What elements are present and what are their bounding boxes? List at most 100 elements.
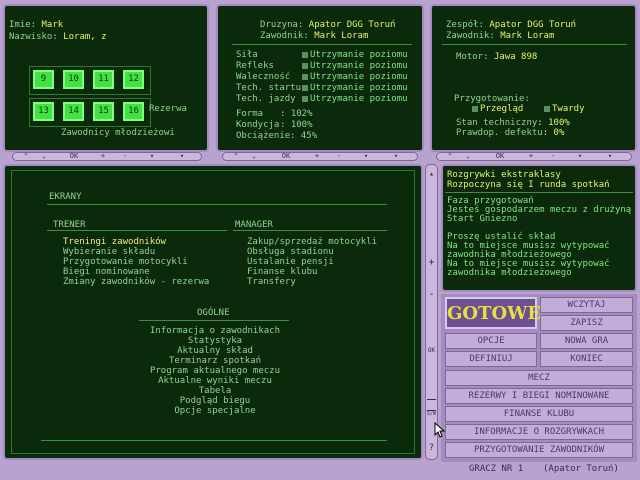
menu-bottom-line <box>41 440 387 441</box>
stat-bullet-icon[interactable] <box>302 73 308 80</box>
toolbar-end-arrow-icon[interactable]: ▾ <box>169 153 195 160</box>
mecz-button[interactable]: MECZ <box>445 370 633 386</box>
scroll-grip-icon[interactable] <box>427 399 436 411</box>
nowa-gra-button[interactable]: NOWA GRA <box>540 333 633 349</box>
stat-bullet-icon[interactable] <box>302 84 308 91</box>
menu-item-program[interactable]: Program aktualnego meczu <box>125 366 305 376</box>
scroll-sw-button[interactable]: S/W <box>426 411 437 417</box>
rezerwa-label: Rezerwa <box>149 104 187 114</box>
menu-item-tabela[interactable]: Tabela <box>125 386 305 396</box>
stat-status: Utrzymanie poziomu <box>310 50 408 60</box>
rezerwy-button[interactable]: REZERWY I BIEGI NOMINOWANE <box>445 388 633 404</box>
toolbar-down-arrow-icon[interactable]: ▾ <box>139 153 165 160</box>
scroll-plus-button[interactable]: + <box>427 257 436 268</box>
toolbar-end-arrow-icon[interactable]: ▾ <box>383 153 409 160</box>
twardy-checkbox-icon[interactable] <box>544 105 550 112</box>
toolbar-ok-button[interactable]: OK <box>483 153 517 160</box>
menu-item-informacja[interactable]: Informacja o zawodnikach <box>125 326 305 336</box>
menu-item-obsluga[interactable]: Obsługa stadionu <box>247 247 334 257</box>
slot-9[interactable]: 9 <box>33 70 54 89</box>
menu-item-wybieranie[interactable]: Wybieranie składu <box>63 247 155 257</box>
toolbar-plus-button[interactable]: + <box>93 153 113 160</box>
defekt-label: Prawdop. defektu <box>456 128 543 138</box>
zapisz-button[interactable]: ZAPISZ <box>540 315 633 331</box>
stat-status: Utrzymanie poziomu <box>310 61 408 71</box>
toolbar-up-icon[interactable]: ⌃ <box>17 153 35 160</box>
toolbar-minus-button[interactable]: - <box>115 153 135 160</box>
scroll-help-button[interactable]: ? <box>427 443 436 453</box>
info-panel: Rozgrywki ekstraklasy Rozpoczyna się I r… <box>441 164 637 292</box>
team-divider <box>232 44 412 45</box>
toolbar-down-icon[interactable]: ⌄ <box>35 153 53 160</box>
stat-bullet-icon[interactable] <box>302 51 308 58</box>
informacje-button[interactable]: INFORMACJE O ROZGRYWKACH <box>445 424 633 440</box>
bike-toolbar: ⌃ ⌄ OK + - ▾ ▾ <box>436 152 632 161</box>
menu-item-statystyka[interactable]: Statystyka <box>125 336 305 346</box>
scroll-minus-button[interactable]: - <box>427 289 436 300</box>
toolbar-down-arrow-icon[interactable]: ▾ <box>353 153 379 160</box>
stat-name: Tech. startu <box>236 83 302 93</box>
toolbar-end-arrow-icon[interactable]: ▾ <box>597 153 623 160</box>
gotowe-button[interactable]: GOTOWE <box>445 297 541 329</box>
toolbar-down-icon[interactable]: ⌄ <box>459 153 477 160</box>
zawodnik-label: Zawodnik: <box>260 31 309 41</box>
menu-item-finanse[interactable]: Finanse klubu <box>247 267 317 277</box>
side-scrollbar[interactable]: ▴ + - OK S/W ? <box>425 164 438 460</box>
stat-bullet-icon[interactable] <box>302 95 308 102</box>
opcje-button[interactable]: OPCJE <box>445 333 537 349</box>
slot-10[interactable]: 10 <box>63 70 84 89</box>
menu-item-zmiany[interactable]: Zmiany zawodników - rezerwa <box>63 277 209 287</box>
menu-item-transfery[interactable]: Transfery <box>247 277 296 287</box>
przygotowanie-button[interactable]: PRZYGOTOWANIE ZAWODNIKÓW <box>445 442 633 458</box>
info-divider <box>445 192 633 193</box>
kondycja-label: Kondycja <box>236 120 280 130</box>
slot-15[interactable]: 15 <box>93 102 114 121</box>
menu-item-wyniki[interactable]: Aktualne wyniki meczu <box>125 376 305 386</box>
koniec-button[interactable]: KONIEC <box>540 351 633 367</box>
toolbar-ok-button[interactable]: OK <box>269 153 303 160</box>
stat-bullet-icon[interactable] <box>302 62 308 69</box>
nazwisko-value: Loram, z <box>63 32 107 42</box>
slot-13[interactable]: 13 <box>33 102 54 121</box>
toolbar-plus-button[interactable]: + <box>521 153 541 160</box>
menu-item-treningi[interactable]: Treningi zawodników <box>63 237 166 247</box>
scroll-up-icon[interactable]: ▴ <box>427 169 436 178</box>
slot-12[interactable]: 12 <box>123 70 144 89</box>
slot-16[interactable]: 16 <box>123 102 144 121</box>
toolbar-down-icon[interactable]: ⌄ <box>245 153 263 160</box>
toolbar-plus-button[interactable]: + <box>307 153 327 160</box>
menu-item-terminarz[interactable]: Terminarz spotkań <box>125 356 305 366</box>
kondycja-value: : 100% <box>280 120 313 130</box>
druzyna-value: Apator DGG Toruń <box>308 20 396 30</box>
menu-item-sklad[interactable]: Aktualny skład <box>125 346 305 356</box>
rider-panel: Imie: Mark Nazwisko: Loram, z 9 10 11 12… <box>3 4 209 152</box>
scroll-ok-button[interactable]: OK <box>426 347 437 354</box>
bike-divider <box>442 44 627 45</box>
przeglad-checkbox-icon[interactable] <box>472 105 478 112</box>
wczytaj-button[interactable]: WCZYTAJ <box>540 297 633 313</box>
menu-item-przygotowanie[interactable]: Przygotowanie motocykli <box>63 257 188 267</box>
definiuj-button[interactable]: DEFINIUJ <box>445 351 537 367</box>
menu-item-zakup[interactable]: Zakup/sprzedaż motocykli <box>247 237 377 247</box>
mlodziezowi-label: Zawodnicy młodzieżowi <box>61 128 175 138</box>
menu-item-opcje-specjalne[interactable]: Opcje specjalne <box>125 406 305 416</box>
menu-item-pensje[interactable]: Ustalanie pensji <box>247 257 334 267</box>
trener-heading: TRENER <box>53 220 86 230</box>
bike-zawodnik-value: Mark Loram <box>500 31 555 41</box>
finanse-button[interactable]: FINANSE KLUBU <box>445 406 633 422</box>
ogolne-list: Informacja o zawodnikach Statystyka Aktu… <box>125 326 305 416</box>
zawodnik-value: Mark Loram <box>314 31 369 41</box>
main-menu-panel: EKRANY TRENER Treningi zawodników Wybier… <box>3 164 423 460</box>
toolbar-up-icon[interactable]: ⌃ <box>441 153 459 160</box>
toolbar-minus-button[interactable]: - <box>329 153 349 160</box>
toolbar-minus-button[interactable]: - <box>543 153 563 160</box>
slot-14[interactable]: 14 <box>63 102 84 121</box>
toolbar-up-icon[interactable]: ⌃ <box>227 153 245 160</box>
gracz-team: (Apator Toruń) <box>543 464 619 474</box>
menu-item-podglad[interactable]: Podgląd biegu <box>125 396 305 406</box>
slot-11[interactable]: 11 <box>93 70 114 89</box>
toolbar-ok-button[interactable]: OK <box>57 153 91 160</box>
ogolne-heading: OGÓLNE <box>197 308 230 318</box>
menu-item-biegi[interactable]: Biegi nominowane <box>63 267 150 277</box>
toolbar-down-arrow-icon[interactable]: ▾ <box>567 153 593 160</box>
